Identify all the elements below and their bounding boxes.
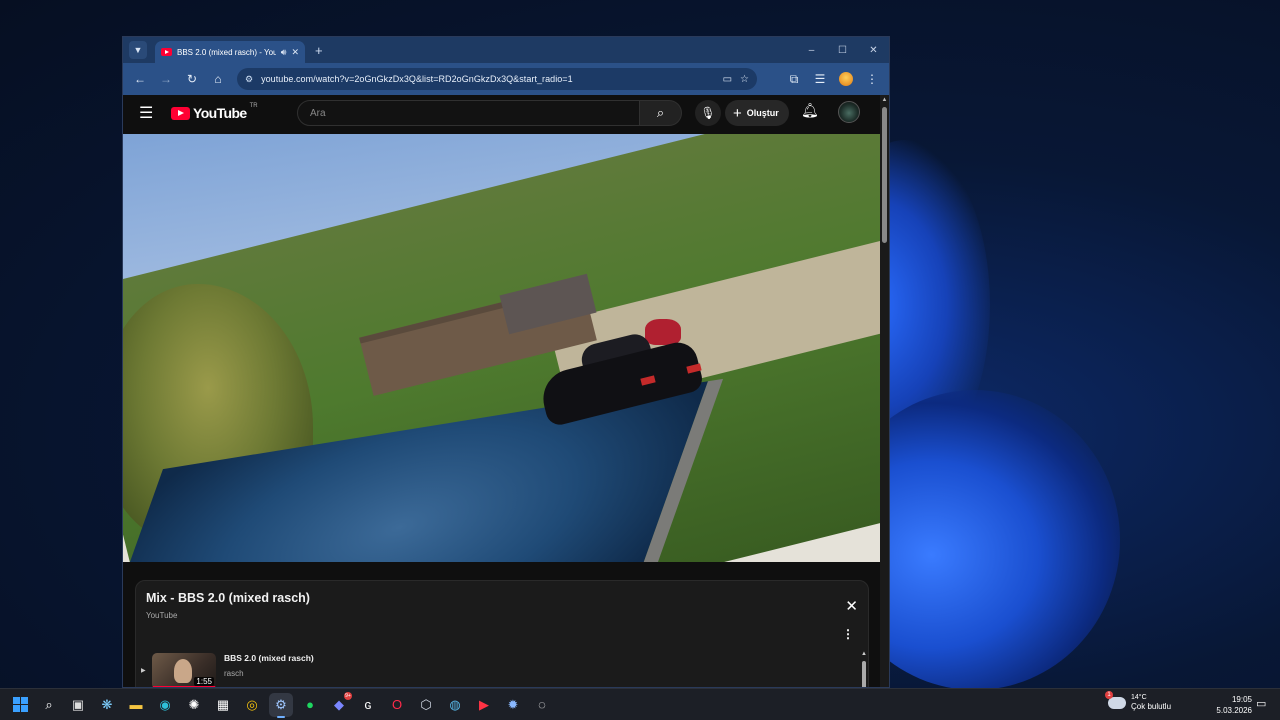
maximize-button[interactable]: ☐: [827, 37, 858, 63]
reload-button[interactable]: ↻: [181, 68, 203, 90]
scroll-up-icon[interactable]: ▲: [860, 651, 868, 657]
account-avatar[interactable]: [838, 101, 860, 123]
create-label: Oluştur: [746, 108, 779, 118]
playlist-scrollbar[interactable]: ▲: [860, 651, 868, 687]
search-box: ⌕: [297, 100, 682, 126]
toolbar-right: ⧉ ☰ ⋮: [783, 68, 883, 90]
store-icon[interactable]: ▦: [211, 693, 235, 717]
scroll-up-icon[interactable]: ▲: [880, 97, 889, 103]
youtube-masthead: ☰ YouTube TR ⌕ 🎙︎ + Oluştur 🔔︎: [123, 95, 889, 131]
clock-date: 5.03.2026: [1216, 706, 1252, 715]
mix-playlist-panel: Mix - BBS 2.0 (mixed rasch) YouTube ✕ ⋮ …: [135, 580, 869, 687]
playlist-scroll-thumb[interactable]: [862, 661, 866, 687]
windows-logo-icon: [12, 697, 28, 712]
chevron-down-icon: ▼: [133, 45, 143, 55]
create-button[interactable]: + Oluştur: [725, 100, 789, 126]
page-scroll-thumb[interactable]: [882, 107, 887, 243]
back-button[interactable]: ←: [129, 68, 151, 90]
minimize-button[interactable]: –: [796, 37, 827, 63]
youtube-wordmark: YouTube: [193, 105, 247, 121]
youtube-music-icon[interactable]: ▶: [472, 693, 496, 717]
chat-bubble-app-icon[interactable]: ◌: [530, 693, 554, 717]
mix-subtitle: YouTube: [146, 611, 178, 620]
close-window-button[interactable]: ✕: [858, 37, 889, 63]
opera-icon[interactable]: O: [385, 693, 409, 717]
tab-search-menu-button[interactable]: ▼: [129, 41, 147, 59]
notification-center-icon[interactable]: ▭: [1256, 697, 1266, 710]
site-info-icon[interactable]: ⚙: [245, 74, 253, 85]
discord-icon[interactable]: ◆ 9+: [327, 691, 352, 717]
tab-bar: ▼ BBS 2.0 (mixed rasch) - You 🔊︎ ✕ + – ☐…: [123, 37, 889, 63]
chatgpt-icon[interactable]: ✺: [182, 693, 206, 717]
clock-time: 19:05: [1231, 695, 1252, 704]
notifications-bell-icon[interactable]: 🔔︎: [801, 102, 819, 119]
file-explorer-icon[interactable]: ▬: [124, 693, 148, 717]
country-code: TR: [249, 103, 258, 109]
browser-window: ▼ BBS 2.0 (mixed rasch) - You 🔊︎ ✕ + – ☐…: [122, 36, 890, 688]
gear-app-icon[interactable]: ✹: [501, 693, 525, 717]
more-options-icon[interactable]: ⋮: [842, 627, 854, 641]
bookmark-star-icon[interactable]: ☆: [740, 74, 749, 85]
guide-menu-icon[interactable]: ☰: [139, 103, 159, 123]
address-bar[interactable]: ⚙ youtube.com/watch?v=2oGnGkzDx3Q&list=R…: [237, 68, 757, 90]
weather-temperature: 14°C: [1131, 694, 1147, 701]
chrome-icon[interactable]: ◎: [240, 693, 264, 717]
close-icon[interactable]: ✕: [845, 597, 858, 615]
thumbnail-person: [174, 659, 192, 683]
cloud-icon: 1: [1105, 690, 1126, 709]
copilot-icon[interactable]: ❋: [95, 693, 119, 717]
voice-search-button[interactable]: 🎙︎: [695, 100, 721, 126]
url-text[interactable]: youtube.com/watch?v=2oGnGkzDx3Q&list=RD2…: [261, 74, 715, 84]
media-control-icon[interactable]: ☰: [809, 68, 831, 90]
hex-app-icon[interactable]: ⬡: [414, 693, 438, 717]
page-scrollbar[interactable]: ▲: [880, 95, 889, 687]
window-controls: – ☐ ✕: [796, 37, 889, 63]
spotify-icon[interactable]: ●: [298, 693, 322, 717]
cast-icon[interactable]: ▭: [723, 74, 732, 85]
system-clock[interactable]: 19:05 5.03.2026: [1212, 694, 1252, 716]
now-playing-icon: ▶: [141, 668, 146, 674]
discord-badge: 9+: [344, 691, 352, 700]
profile-avatar-icon: [839, 72, 853, 86]
duration-badge: 1:55: [194, 677, 214, 686]
search-input[interactable]: [297, 100, 640, 126]
playlist-item[interactable]: ▶ 1:55 BBS 2.0 (mixed rasch) rasch: [136, 651, 856, 687]
browser-menu-icon[interactable]: ⋮: [861, 68, 883, 90]
playlist-item-title[interactable]: BBS 2.0 (mixed rasch): [224, 653, 314, 663]
tab-close-icon[interactable]: ✕: [291, 47, 299, 58]
profile-button[interactable]: [835, 68, 857, 90]
taskbar-apps: ⌕ ▣ ❋ ▬ ◉ ✺ ▦ ◎ ⚙ ● ◆ 9+ ɢ O ⬡ ◍ ▶ ✹ ◌: [8, 691, 554, 718]
video-player[interactable]: [123, 134, 881, 562]
search-button[interactable]: ⌕: [640, 100, 682, 126]
tab-title: BBS 2.0 (mixed rasch) - You: [177, 47, 276, 57]
new-tab-button[interactable]: +: [315, 43, 323, 58]
video-frame-car: [537, 330, 705, 428]
search-icon: ⌕: [656, 105, 665, 120]
weather-widget[interactable]: 1 14°C Çok bulutlu: [1105, 690, 1172, 712]
extensions-icon[interactable]: ⧉: [783, 68, 805, 90]
youtube-play-icon: [171, 106, 190, 120]
edge-icon[interactable]: ◉: [153, 693, 177, 717]
browser-toolbar: ← → ↻ ⌂ ⚙ youtube.com/watch?v=2oGnGkzDx3…: [123, 63, 889, 95]
youtube-logo[interactable]: YouTube TR: [171, 103, 258, 121]
youtube-favicon-icon: [161, 48, 172, 56]
plus-icon: +: [733, 104, 742, 122]
steam-icon[interactable]: ⚙: [269, 692, 293, 718]
taskbar: ⌕ ▣ ❋ ▬ ◉ ✺ ▦ ◎ ⚙ ● ◆ 9+ ɢ O ⬡ ◍ ▶ ✹ ◌ 1 …: [0, 688, 1280, 720]
app-g-icon[interactable]: ɢ: [356, 693, 380, 717]
home-button[interactable]: ⌂: [207, 68, 229, 90]
weather-badge: 1: [1105, 690, 1113, 699]
mix-title[interactable]: Mix - BBS 2.0 (mixed rasch): [146, 591, 310, 605]
microphone-icon: 🎙︎: [700, 106, 716, 120]
earth-icon[interactable]: ◍: [443, 693, 467, 717]
task-view-icon[interactable]: ▣: [66, 693, 90, 717]
weather-condition: Çok bulutlu: [1131, 702, 1172, 711]
speaker-icon[interactable]: 🔊︎: [281, 47, 287, 58]
playlist-item-thumbnail[interactable]: 1:55: [152, 653, 216, 687]
taskbar-search-icon[interactable]: ⌕: [37, 693, 61, 717]
tab-youtube[interactable]: BBS 2.0 (mixed rasch) - You 🔊︎ ✕: [155, 41, 305, 63]
start-button[interactable]: [8, 693, 32, 717]
playlist-item-channel[interactable]: rasch: [224, 669, 244, 678]
forward-button[interactable]: →: [155, 68, 177, 90]
